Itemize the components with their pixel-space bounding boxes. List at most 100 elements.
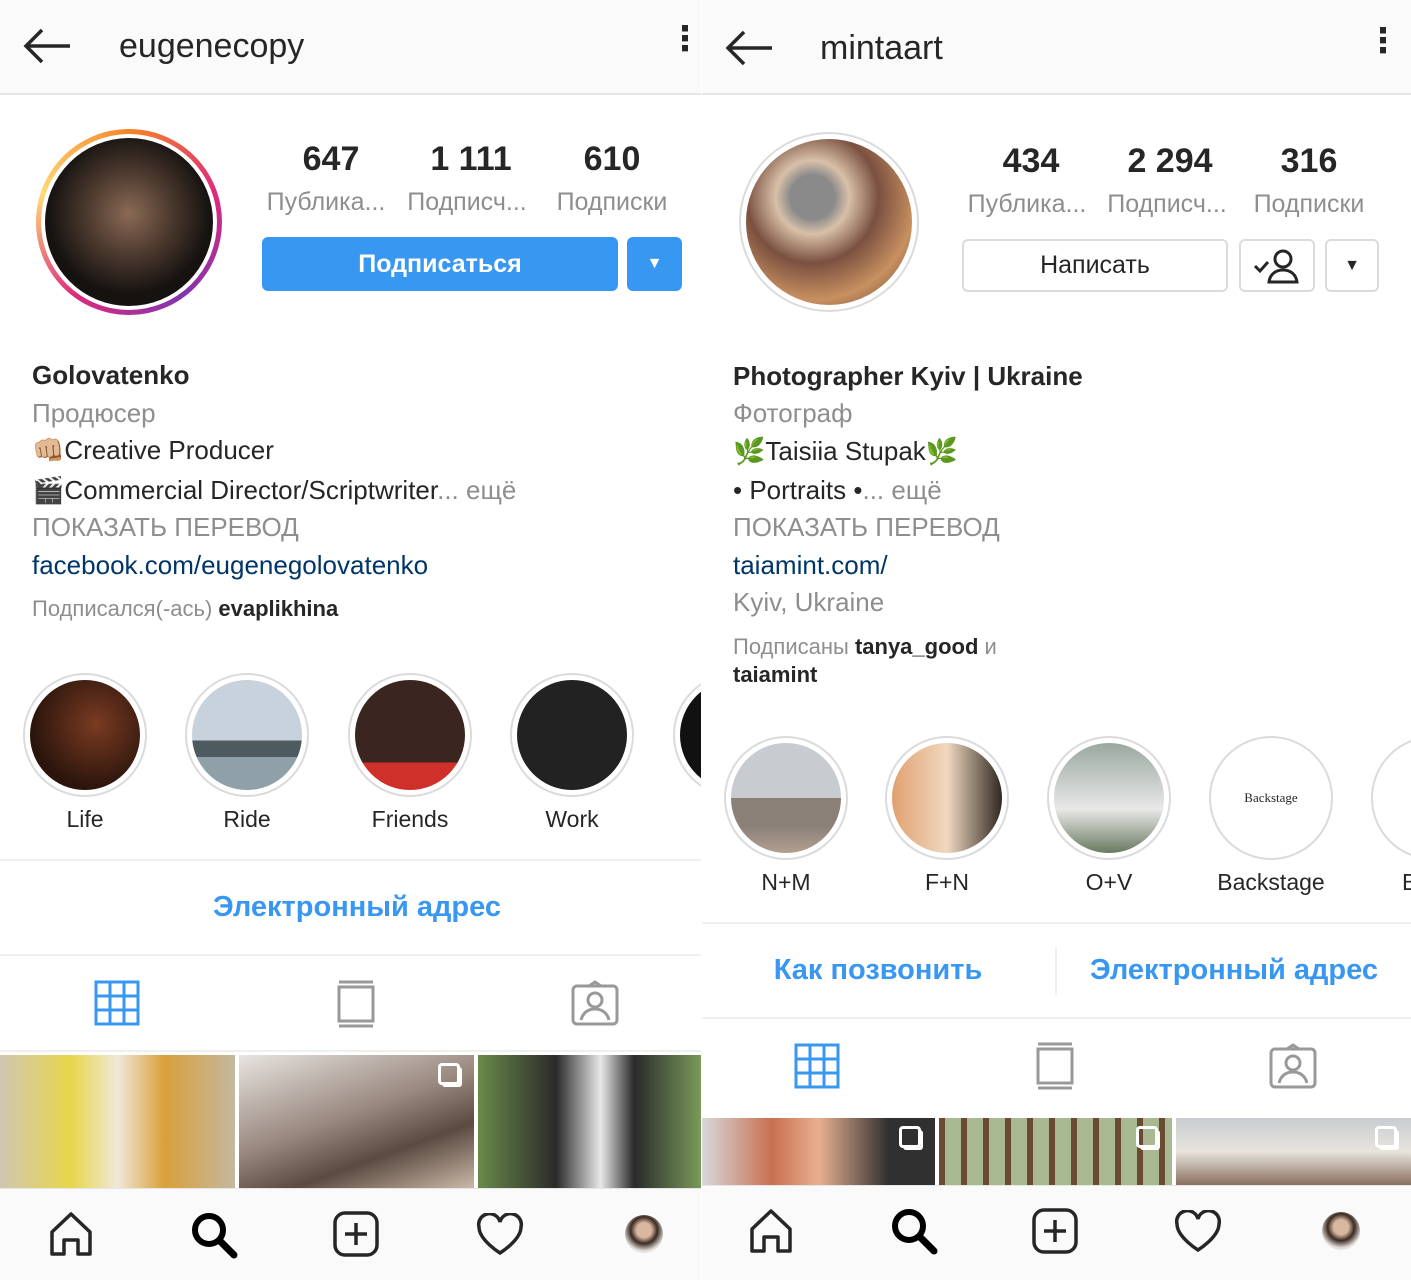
more-options-icon[interactable]: ⋮ [1366,24,1400,58]
username-title: mintaart [820,29,943,67]
suggestions-dropdown-button[interactable]: ▼ [627,237,682,291]
highlight-label: Life [66,806,104,832]
profile-category: Фотограф [733,398,853,428]
followers-label[interactable]: Подписч... [1097,190,1237,219]
profile-tab-avatar[interactable] [1322,1212,1360,1250]
highlight-work[interactable] [510,673,634,797]
highlight-partial[interactable] [1371,736,1411,860]
highlight-label: B [1402,869,1411,895]
message-button[interactable]: Написать [962,239,1228,292]
top-bar [0,0,701,95]
home-icon[interactable] [748,1207,794,1255]
grid-view-icon[interactable] [94,980,140,1026]
highlight-ride[interactable] [185,673,309,797]
highlight-life[interactable] [23,673,147,797]
tagged-icon[interactable] [571,980,619,1026]
highlight-label: Ride [223,806,271,832]
posts-count: 434 [1002,142,1060,180]
divider [702,1017,1411,1019]
post-thumbnail[interactable] [478,1055,701,1188]
bio-text: • Portraits • [733,475,863,505]
search-icon[interactable] [890,1207,938,1255]
bio-line: • Portraits •... ещё [733,475,942,506]
feed-view-icon[interactable] [1035,1042,1075,1090]
profile-tab-avatar[interactable] [625,1215,663,1253]
followed-by-and: и [984,634,997,659]
website-link[interactable]: facebook.com/eugenegolovatenko [32,550,428,581]
followed-by-prefix: Подписаны [733,634,849,659]
highlight-fn[interactable] [885,736,1009,860]
highlight-cover-text: Backstage [1216,743,1326,853]
show-translation-link[interactable]: ПОКАЗАТЬ ПЕРЕВОД [733,512,1000,543]
email-button[interactable]: Электронный адрес [0,891,701,924]
avatar-story-ring[interactable] [36,129,222,315]
followers-count[interactable]: 1 111 [401,140,541,179]
grid-view-icon[interactable] [794,1043,840,1089]
highlight-backstage[interactable]: Backstage [1209,736,1333,860]
highlight-nm[interactable] [724,736,848,860]
following-label[interactable]: Подписки [1239,190,1379,219]
divider [0,1050,701,1052]
post-thumbnail[interactable] [1176,1118,1411,1185]
new-post-icon[interactable] [333,1211,379,1257]
followed-by: Подписался(-ась) evaplikhina [32,596,338,622]
caret-down-icon: ▼ [1344,256,1360,274]
highlight-label: O+V [1085,869,1133,895]
location: Kyiv, Ukraine [733,587,885,617]
call-button[interactable]: Как позвонить [702,954,1054,987]
more-options-icon[interactable]: ⋮ [668,22,701,56]
post-thumbnail[interactable] [939,1118,1172,1185]
avatar [45,138,213,306]
bio-line: 🌿Taisiia Stupak🌿 [733,436,959,466]
followers-label[interactable]: Подписч... [397,188,537,217]
carousel-icon [1136,1126,1158,1148]
activity-heart-icon[interactable] [476,1213,524,1255]
followed-by-prefix: Подписался(-ась) [32,596,213,621]
following-label[interactable]: Подписки [542,188,682,217]
activity-heart-icon[interactable] [1174,1210,1222,1252]
profile-eugenecopy: eugenecopy ⋮ 647 1 111 610 Публика... По… [0,0,701,1280]
post-thumbnail[interactable] [702,1118,935,1185]
post-thumbnail[interactable] [0,1055,235,1188]
highlight-label: N+M [761,869,811,895]
bio-line: 👊🏼Creative Producer [32,435,274,465]
followed-by-user[interactable]: tanya_good [855,634,978,659]
show-translation-link[interactable]: ПОКАЗАТЬ ПЕРЕВОД [32,512,299,543]
highlight-friends[interactable] [348,673,472,797]
website-link[interactable]: taiamint.com/ [733,550,888,581]
following-count[interactable]: 316 [1239,142,1379,181]
post-thumbnail[interactable] [239,1055,474,1188]
carousel-icon [899,1126,921,1148]
followed-by: Подписаны tanya_good и taiamint [733,633,1053,689]
followers-count[interactable]: 2 294 [1100,142,1240,181]
search-icon[interactable] [190,1211,238,1259]
email-button[interactable]: Электронный адрес [1057,954,1411,987]
profile-name: Photographer Kyiv | Ukraine [733,361,1083,391]
tagged-icon[interactable] [1269,1043,1317,1089]
profile-mintaart: mintaart ⋮ 434 2 294 316 Публика... Подп… [702,0,1411,1280]
highlight-ov[interactable] [1047,736,1171,860]
feed-view-icon[interactable] [336,980,376,1028]
highlight-partial[interactable] [673,673,701,797]
back-arrow-icon[interactable] [22,28,72,64]
avatar-ring[interactable] [739,132,919,312]
following-status-button[interactable] [1239,239,1315,292]
highlight-label: F+N [924,869,970,895]
more-link[interactable]: ... ещё [437,475,516,505]
suggestions-dropdown-button[interactable]: ▼ [1325,239,1379,292]
more-link[interactable]: ... ещё [862,475,941,505]
back-arrow-icon[interactable] [724,30,774,66]
divider [702,922,1411,924]
home-icon[interactable] [48,1210,94,1258]
follow-button[interactable]: Подписаться [262,237,618,291]
posts-count: 647 [302,140,360,178]
followed-by-user[interactable]: evaplikhina [218,596,338,621]
profile-category: Продюсер [32,398,156,428]
bio-text: 🎬Commercial Director/Scriptwriter [32,475,438,505]
profile-name: Golovatenko [32,360,190,390]
bio-line: 🎬Commercial Director/Scriptwriter... ещё [32,475,516,506]
new-post-icon[interactable] [1032,1208,1078,1254]
followed-by-user[interactable]: taiamint [733,662,817,687]
highlight-label: Friends [371,806,449,832]
following-count[interactable]: 610 [542,140,682,179]
